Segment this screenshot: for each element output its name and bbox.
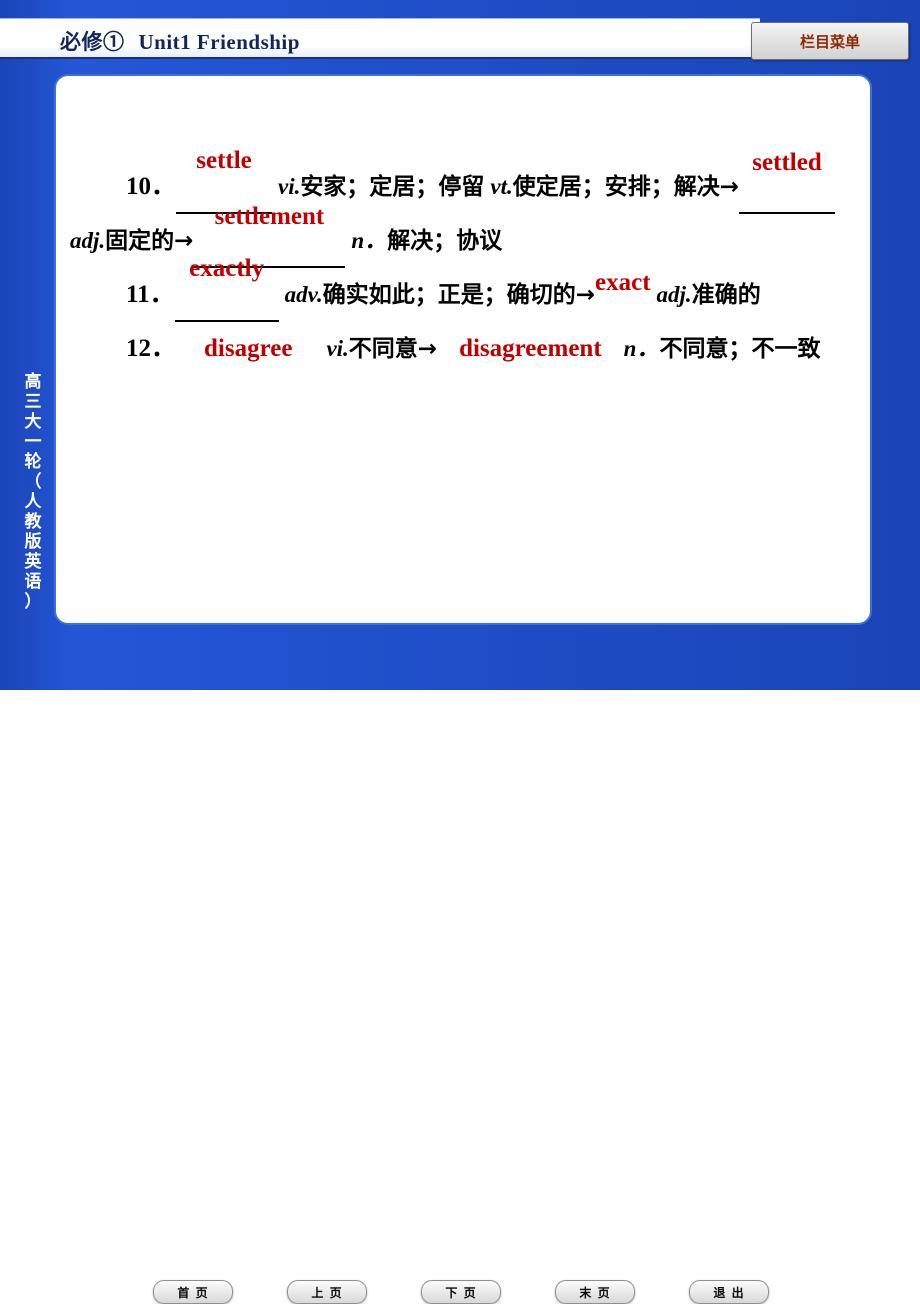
- exit-button[interactable]: 退 出: [689, 1280, 769, 1304]
- page-title: 必修① Unit1 Friendship: [60, 26, 300, 56]
- last-page-button[interactable]: 末 页: [555, 1280, 635, 1304]
- item-12-cn-2: 不同意；不一致: [659, 336, 821, 362]
- item-10-answer-1: settle: [196, 147, 252, 174]
- item-10-cn-4: 解决；协议: [387, 228, 503, 254]
- item-12-answer-1: disagree: [204, 335, 293, 362]
- item-12-answer-2: disagreement: [459, 335, 602, 362]
- item-10-blank-2: settled: [739, 149, 836, 214]
- next-page-label: 下 页: [445, 1285, 477, 1300]
- item-12-pos-1: vi.: [326, 336, 349, 361]
- item-10-pos-4: n．: [351, 228, 388, 253]
- prev-page-button[interactable]: 上 页: [287, 1280, 367, 1304]
- content-panel: 10． settle vi. 安家；定居；停留 vt.使定居；安排；解决→ settl…: [54, 74, 872, 625]
- item-11-pos-2: adj.: [656, 282, 692, 307]
- item-12-number: 12．: [126, 335, 177, 362]
- slide-root: 必修① Unit1 Friendship 栏目菜单 高三大一轮 （人教版英语） 1…: [0, 0, 920, 1304]
- item-11-pos-1: adv.: [284, 282, 323, 307]
- header-bar: 必修① Unit1 Friendship 栏目菜单: [0, 0, 920, 66]
- first-page-label: 首 页: [177, 1285, 209, 1300]
- list-item: 12． disagree vi.不同意→ disagreement n．不同意；…: [70, 322, 860, 376]
- item-11-cn-2: 准确的: [691, 282, 761, 308]
- item-10-pos-3: adj.: [70, 228, 106, 253]
- item-10-cn-3: 固定的→: [105, 228, 194, 254]
- next-page-button[interactable]: 下 页: [421, 1280, 501, 1304]
- sidebar-label-line1: 高三大一轮: [24, 372, 42, 471]
- item-11-blank-1: exactly: [174, 255, 279, 322]
- title-prefix: 必修①: [60, 30, 125, 54]
- item-12-cn-1: 不同意→: [348, 336, 438, 362]
- item-10-cn-1: 安家；定居；停留: [300, 174, 485, 200]
- navigation-bar: 首 页 上 页 下 页 末 页 退 出: [0, 636, 920, 1304]
- item-11-answer-2: exact: [595, 269, 651, 296]
- first-page-button[interactable]: 首 页: [153, 1280, 233, 1304]
- title-unit: Unit1 Friendship: [138, 30, 300, 54]
- exit-label: 退 出: [713, 1285, 745, 1300]
- last-page-label: 末 页: [579, 1285, 611, 1300]
- sidebar-label-line2: （人教版英语）: [24, 472, 42, 611]
- item-11-number: 11．: [126, 281, 175, 308]
- item-11-cn-1: 确实如此；正是；确切的→: [322, 282, 596, 308]
- item-10-answer-2: settled: [752, 149, 822, 176]
- sidebar-course-label: 高三大一轮 （人教版英语）: [12, 372, 54, 612]
- prev-page-label: 上 页: [311, 1285, 343, 1300]
- item-10-number: 10．: [126, 173, 177, 200]
- item-11-answer-1: exactly: [189, 255, 265, 282]
- item-10-answer-3: settlement: [214, 203, 325, 230]
- vocabulary-list: 10． settle vi. 安家；定居；停留 vt.使定居；安排；解决→ settl…: [70, 147, 860, 376]
- menu-button[interactable]: 栏目菜单: [751, 22, 909, 60]
- list-item: 11． exactly adv.确实如此；正是；确切的→exact adj.准确的: [70, 255, 860, 322]
- menu-button-label: 栏目菜单: [799, 33, 860, 51]
- item-12-pos-2: n．: [623, 336, 660, 361]
- item-10-pos-2: vt.: [490, 174, 513, 199]
- item-10-cn-2: 使定居；安排；解决→: [512, 174, 740, 200]
